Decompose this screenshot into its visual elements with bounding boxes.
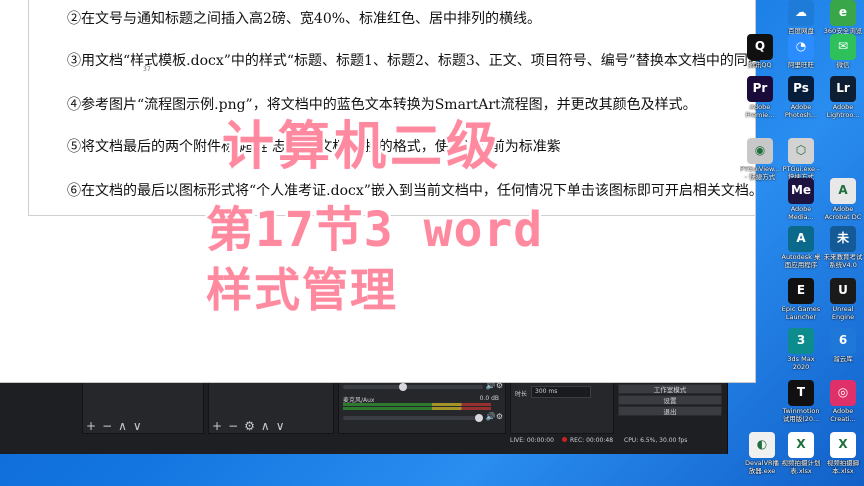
360-browser-icon: e [830,0,856,26]
controls-panel: 工作室模式 设置 退出 [618,384,722,417]
desktop-icon-label: 溜云库 [833,356,853,363]
photoshop-icon: Ps [788,76,814,102]
aliwangwang-icon: ◔ [788,34,814,60]
desktop-icon-label: Adobe Photosh... [784,104,818,119]
move-up-button[interactable]: ∧ [118,418,127,434]
lightroom-icon: Lr [830,76,856,102]
remove-scene-button[interactable]: − [102,418,112,434]
baidu-netdisk-icon: ☁ [788,0,814,26]
liuyunku-icon: 6 [830,328,856,354]
desktop-icon-label: 3ds Max 2020 [787,356,815,371]
speaker-icon[interactable]: 🔊⚙ [486,412,503,421]
live-timer: LIVE: 00:00:00 [510,437,554,444]
desktop-icon-premiere[interactable]: Pr Adobe Premie... [740,76,780,127]
desktop-icon-label: Twinmotion 试用版(20... [782,408,820,423]
transitions-panel: 时长 300 ms [510,382,614,434]
audio-meter [343,403,491,406]
desktop-icon-label: 视频拍摄脚本.xlsx [826,460,860,475]
desktop-icon-label: DevalVR播放器.exe [744,460,780,475]
rec-timer: REC: 00:00:48 [570,437,614,444]
remove-source-button[interactable]: − [228,418,238,434]
desktop-icon-photoshop[interactable]: Ps Adobe Photosh... [781,76,821,127]
twinmotion-icon: T [788,380,814,406]
course-title-overlay: 计算机二级 [219,115,503,180]
add-source-button[interactable]: + [212,418,222,434]
desktop-icon-label: 视频拍摄计划表.xlsx [781,460,821,475]
task-line-2: ②在文号与通知标题之间插入高2磅、宽40%、标准红色、居中排列的横线。 [67,11,542,27]
duration-input[interactable]: 300 ms [531,386,591,398]
desktop-icon-unreal-engine[interactable]: U Unreal Engine [823,278,863,329]
audio-meter [343,407,491,410]
desktop-icon-devalvr[interactable]: ◐ DevalVR播放器.exe [742,432,782,483]
devalvr-icon: ◐ [749,432,775,458]
mixer-db-readout: 0.0 dB [479,395,499,402]
creative-cloud-icon: ◎ [830,380,856,406]
media-encoder-icon: Me [788,178,814,204]
desktop-icon-label: Autodesk 桌面应用程序 [781,254,821,269]
desktop-icon-lightroom[interactable]: Lr Adobe Lightroo... [823,76,863,127]
desktop-icon-ptgui-viewer[interactable]: ◉ PTGuiView... - 快捷方式 [740,138,780,189]
desktop-icon-acrobat[interactable]: A Adobe Acrobat DC [823,178,863,229]
desktop-icon-label: Adobe Premie... [745,104,775,119]
desktop-icon-liuyunku[interactable]: 6 溜云库 [823,328,863,379]
premiere-icon: Pr [747,76,773,102]
move-down-button[interactable]: ∨ [276,418,285,434]
desktop-icon-media-encoder[interactable]: Me Adobe Media... [781,178,821,229]
move-down-button[interactable]: ∨ [133,418,142,434]
exit-button[interactable]: 退出 [618,406,722,416]
desktop-icon-twinmotion[interactable]: T Twinmotion 试用版(20... [781,380,821,431]
desktop-icon-label: Unreal Engine [831,306,855,321]
desktop-icon-creative-cloud[interactable]: ◎ Adobe Creati... [823,380,863,431]
page-marker: 37 [143,66,151,73]
desktop-icon-excel-file[interactable]: X 视频拍摄脚本.xlsx [823,432,863,483]
lesson-subtitle-overlay: 第17节3 word [203,200,544,261]
acrobat-icon: A [830,178,856,204]
scenes-toolbar: + − ∧ ∨ [86,418,142,434]
audio-mixer: 🔊⚙ 麦克风/Aux 0.0 dB 🔊⚙ [338,381,506,434]
desktop-icon-label: 未来教育考试系统V4.0 [823,254,863,269]
desktop-icon-3ds-max[interactable]: 3 3ds Max 2020 [781,328,821,379]
cpu-fps-readout: CPU: 6.5%, 30.00 fps [624,437,688,444]
wechat-icon: ✉ [830,34,856,60]
desktop-audio-volume-slider[interactable] [343,383,483,391]
move-up-button[interactable]: ∧ [261,418,270,434]
lesson-topic-overlay: 样式管理 [204,261,399,320]
qq-icon: Q [747,34,773,60]
source-settings-button[interactable]: ⚙ [244,418,255,434]
add-scene-button[interactable]: + [86,418,96,434]
mic-volume-slider[interactable] [343,414,483,422]
desktop-icon-label: Epic Games Launcher [781,306,821,321]
ptgui-viewer-icon: ◉ [747,138,773,164]
desktop-icon-epic-games[interactable]: E Epic Games Launcher [781,278,821,329]
desktop-icon-label: Adobe Creati... [830,408,856,423]
excel-file-icon: X [830,432,856,458]
desktop-icon-autodesk[interactable]: A Autodesk 桌面应用程序 [781,226,821,277]
3ds-max-icon: 3 [788,328,814,354]
task-line-3: ③用文档“样式模板.docx”中的样式“标题、标题1、标题2、标题3、正文、项目… [67,53,762,69]
epic-games-icon: E [788,278,814,304]
exam-system-icon: 未 [830,226,856,252]
desktop-icon-label: Adobe Lightroo... [826,104,860,119]
autodesk-icon: A [788,226,814,252]
obs-status-bar: LIVE: 00:00:00 REC: 00:00:48 CPU: 6.5%, … [0,434,728,448]
duration-label: 时长 [515,391,528,398]
excel-file-icon: X [788,432,814,458]
settings-button[interactable]: 设置 [618,395,722,405]
unreal-engine-icon: U [830,278,856,304]
studio-mode-button[interactable]: 工作室模式 [618,384,722,394]
sources-toolbar: + − ⚙ ∧ ∨ [212,418,284,434]
desktop-icon-label: PTGuiView... - 快捷方式 [740,166,780,181]
desktop-icon-exam-system[interactable]: 未未来教育考试系统V4.0 [823,226,863,277]
ptgui-icon: ⬡ [788,138,814,164]
rec-indicator [562,434,569,448]
desktop-icon-excel-file[interactable]: X 视频拍摄计划表.xlsx [781,432,821,483]
